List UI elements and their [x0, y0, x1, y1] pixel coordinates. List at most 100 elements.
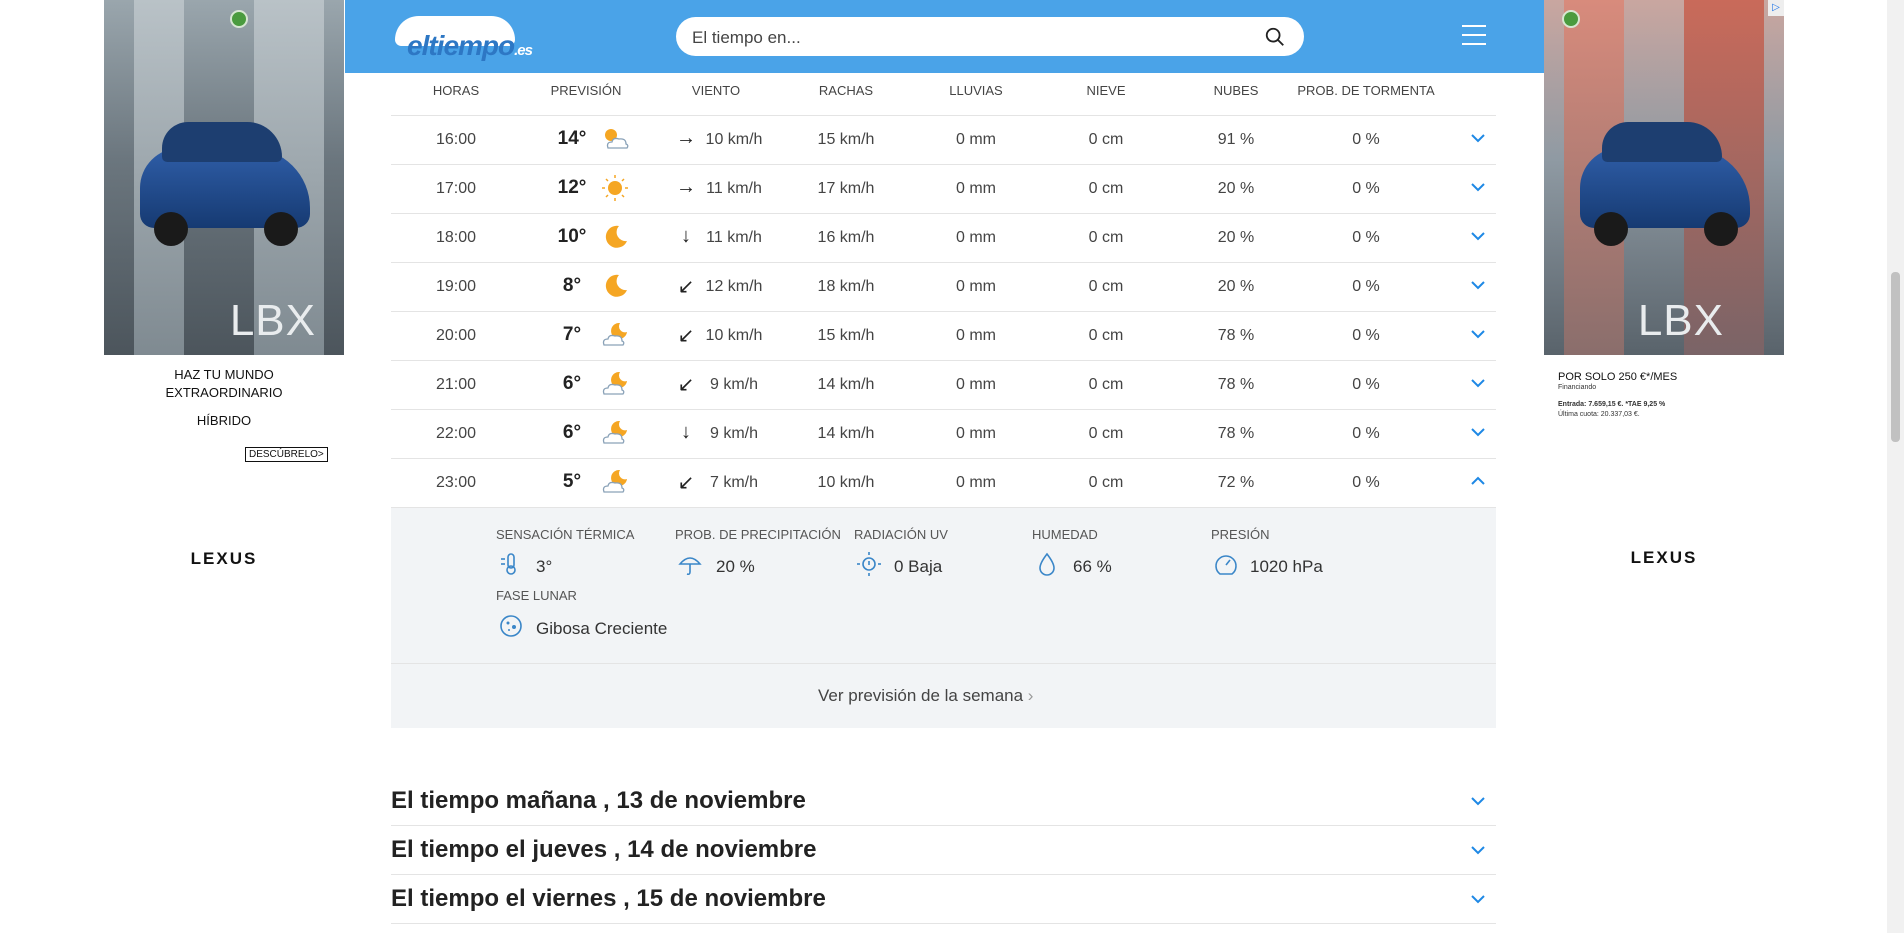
clouds-cell: 78 % — [1217, 327, 1255, 344]
umbrella-icon — [678, 557, 702, 576]
hour-cell: 22:00 — [435, 425, 477, 442]
table-row[interactable]: 18:00 10° 11 km/h 16 km/h 0 mm 0 cm 20 % 0 % ↓ — [391, 214, 1496, 263]
moon-phase-icon — [500, 615, 522, 637]
precip-value: 20 % — [716, 557, 755, 576]
search-box — [676, 17, 1304, 58]
scrollbar[interactable] — [1887, 0, 1904, 933]
gust-cell: 15 km/h — [817, 131, 875, 148]
column-header: NUBES — [1213, 83, 1259, 98]
ad-photo: LBX — [1544, 0, 1784, 355]
moon-icon — [605, 274, 627, 297]
accordion-thursday[interactable]: El tiempo el jueves , 14 de noviembre — [391, 826, 1496, 875]
clouds-cell: 20 % — [1217, 180, 1255, 197]
chevron-down-icon[interactable] — [1470, 891, 1486, 907]
table-row[interactable]: 19:00 8° 12 km/h 18 km/h 0 mm 0 cm 20 % 0 % ↙ — [391, 263, 1496, 312]
chevron-up-icon[interactable] — [1470, 473, 1486, 489]
moon-cloud-icon — [602, 469, 627, 493]
moon-cloud-icon — [602, 371, 627, 395]
chevron-down-icon[interactable] — [1470, 793, 1486, 809]
hourly-table: HORAS PREVISIÓN VIENTO RACHAS LLUVIAS NI… — [391, 73, 1496, 728]
wind-cell: 9 km/h — [709, 376, 759, 393]
chevron-down-icon[interactable] — [1470, 179, 1486, 195]
rain-cell: 0 mm — [956, 474, 996, 491]
storm-cell: 0 % — [1352, 327, 1380, 344]
moon-cloud-icon — [602, 322, 627, 346]
column-header: HORAS — [432, 83, 480, 98]
search-icon[interactable] — [1264, 26, 1286, 48]
wind-cell: 11 km/h — [706, 180, 762, 197]
table-row[interactable]: 17:00 12° 11 km/h 17 km/h 0 mm 0 cm 20 % 0 % → — [391, 165, 1496, 214]
wind-cell: 9 km/h — [709, 425, 759, 442]
wind-direction-icon: ↓ — [681, 225, 691, 247]
hour-cell: 21:00 — [435, 376, 477, 393]
moon-phase-value: Gibosa Creciente — [536, 619, 668, 638]
snow-cell: 0 cm — [1088, 376, 1124, 393]
ad-tagline-1: HAZ TU MUNDO — [174, 367, 274, 382]
accordion-tomorrow[interactable]: El tiempo mañana , 13 de noviembre — [391, 777, 1496, 826]
clouds-cell: 78 % — [1217, 376, 1255, 393]
adchoices-icon[interactable]: ▷ — [1768, 0, 1784, 16]
table-row[interactable]: 16:00 14° 10 km/h 15 km/h 0 mm 0 cm 91 % 0 % → — [391, 116, 1496, 165]
scrollbar-thumb[interactable] — [1891, 272, 1900, 442]
ad-photo: LBX — [104, 0, 344, 355]
ad-entrada: Entrada: 7.659,15 €. *TAE 9,25 % — [1558, 401, 1666, 408]
table-row[interactable]: 21:00 6° 9 km/h 14 km/h 0 mm 0 cm 78 % 0 % ↙ — [391, 361, 1496, 410]
site-logo[interactable]: eltiempo.es — [395, 12, 545, 62]
accordion-friday[interactable]: El tiempo el viernes , 15 de noviembre — [391, 875, 1496, 924]
rain-cell: 0 mm — [956, 229, 996, 246]
snow-cell: 0 cm — [1088, 131, 1124, 148]
ad-cta-button[interactable]: DESCÚBRELO> — [245, 447, 328, 462]
chevron-down-icon[interactable] — [1470, 326, 1486, 342]
week-forecast-link[interactable]: Ver previsión de la semana › — [818, 686, 1033, 706]
chevron-down-icon[interactable] — [1470, 130, 1486, 146]
feels-value: 3° — [536, 557, 553, 576]
temp-cell: 8° — [562, 275, 582, 296]
column-header: LLUVIAS — [949, 83, 1003, 98]
wind-direction-icon: → — [676, 176, 696, 198]
ad-tagline-2: EXTRAORDINARIO — [165, 385, 283, 400]
search-input[interactable] — [690, 17, 1254, 58]
gust-cell: 15 km/h — [817, 327, 875, 344]
drop-icon — [1039, 552, 1055, 576]
ad-model: LBX — [1637, 296, 1724, 345]
hour-cell: 19:00 — [435, 278, 477, 295]
table-row[interactable]: 20:00 7° 10 km/h 15 km/h 0 mm 0 cm 78 % 0 % ↙ — [391, 312, 1496, 361]
ad-left[interactable]: LBX HAZ TU MUNDO EXTRAORDINARIO HÍBRIDO … — [104, 0, 344, 580]
ad-right[interactable]: LBX ▷ POR SOLO 250 €*/MES Financiando En… — [1544, 0, 1784, 580]
accordion-title: El tiempo el jueves , 14 de noviembre — [391, 836, 817, 863]
storm-cell: 0 % — [1352, 278, 1380, 295]
uv-sun-icon — [857, 552, 881, 576]
storm-cell: 0 % — [1352, 131, 1380, 148]
wind-cell: 11 km/h — [706, 229, 762, 246]
ad-tagline-3: HÍBRIDO — [196, 413, 252, 428]
wind-cell: 12 km/h — [705, 278, 763, 295]
uv-label: RADIACIÓN UV — [854, 527, 948, 542]
moon-icon — [605, 225, 627, 248]
info-icon[interactable] — [230, 10, 248, 28]
temp-cell: 10° — [557, 226, 587, 247]
rain-cell: 0 mm — [956, 278, 996, 295]
storm-cell: 0 % — [1352, 180, 1380, 197]
hamburger-menu-icon[interactable] — [1462, 25, 1486, 47]
chevron-down-icon[interactable] — [1470, 375, 1486, 391]
table-row[interactable]: 23:00 5° 7 km/h 10 km/h 0 mm 0 cm 72 % 0 % ↙ — [391, 459, 1496, 508]
wind-direction-icon: ↙ — [677, 472, 695, 494]
week-forecast-bar: Ver previsión de la semana › — [391, 664, 1496, 728]
table-row[interactable]: 22:00 6° 9 km/h 14 km/h 0 mm 0 cm 78 % 0 % ↓ — [391, 410, 1496, 459]
info-icon[interactable] — [1562, 10, 1580, 28]
column-header: VIENTO — [691, 83, 741, 98]
chevron-down-icon[interactable] — [1470, 842, 1486, 858]
chevron-down-icon[interactable] — [1470, 277, 1486, 293]
hour-cell: 23:00 — [435, 474, 477, 491]
wind-direction-icon: ↓ — [681, 421, 691, 443]
ad-model: LBX — [229, 296, 316, 345]
gust-cell: 14 km/h — [817, 376, 875, 393]
feels-label: SENSACIÓN TÉRMICA — [496, 527, 635, 542]
snow-cell: 0 cm — [1088, 327, 1124, 344]
chevron-down-icon[interactable] — [1470, 424, 1486, 440]
ad-financing: Financiando — [1558, 384, 1597, 391]
chevron-down-icon[interactable] — [1470, 228, 1486, 244]
snow-cell: 0 cm — [1088, 180, 1124, 197]
column-header: RACHAS — [818, 83, 874, 98]
accordion-title: El tiempo mañana , 13 de noviembre — [391, 787, 806, 814]
